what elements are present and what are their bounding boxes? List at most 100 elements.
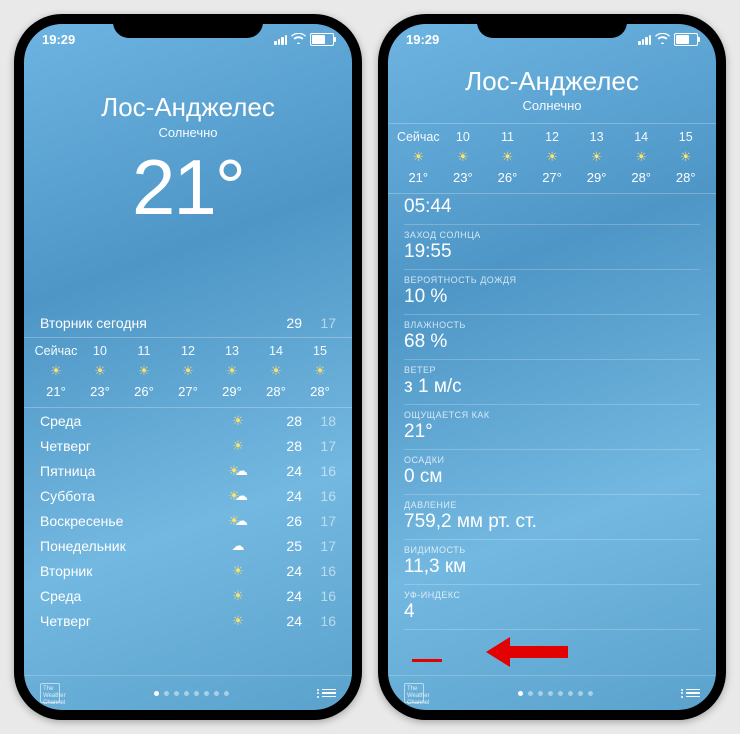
day-icon: ☀ xyxy=(208,563,268,579)
day-low: 16 xyxy=(302,613,336,629)
list-icon[interactable] xyxy=(322,689,336,698)
hour-temp: 29° xyxy=(210,384,254,399)
sun-icon: ☀ xyxy=(78,363,122,379)
hour-label: 11 xyxy=(122,344,166,358)
day-high: 28 xyxy=(268,413,302,429)
hour-label: 12 xyxy=(530,130,575,144)
today-label: Вторник сегодня xyxy=(40,315,268,331)
hour-label: 14 xyxy=(254,344,298,358)
daily-row: Пятница☀☁2416 xyxy=(40,458,336,483)
detail-row: ВИДИМОСТЬ11,3 км xyxy=(404,540,700,585)
city-name: Лос-Анджелес xyxy=(24,92,352,123)
page-dots[interactable] xyxy=(154,691,229,696)
day-high: 28 xyxy=(268,438,302,454)
hour-label: 13 xyxy=(574,130,619,144)
sun-icon: ☀ xyxy=(663,149,708,165)
detail-label: ДАВЛЕНИЕ xyxy=(404,500,700,510)
hour-cell: 15☀28° xyxy=(663,130,708,185)
day-name: Среда xyxy=(40,588,208,604)
weather-screen-detail[interactable]: 19:29 Лос-Анджелес Солнечно Сейчас☀21°10… xyxy=(388,24,716,710)
day-icon: ☀☁ xyxy=(208,513,268,529)
hour-cell: 11☀26° xyxy=(122,344,166,399)
weather-channel-icon[interactable]: The Weather Channel xyxy=(40,683,60,703)
daily-row: Среда☀2416 xyxy=(40,583,336,608)
day-high: 24 xyxy=(268,588,302,604)
sun-icon: ☀ xyxy=(210,363,254,379)
hour-temp: 26° xyxy=(485,170,530,185)
detail-value: 10 % xyxy=(404,286,700,308)
city-name: Лос-Анджелес xyxy=(388,66,716,97)
detail-label: ВЕТЕР xyxy=(404,365,700,375)
hour-temp: 28° xyxy=(619,170,664,185)
hour-cell: 14☀28° xyxy=(254,344,298,399)
detail-row: ВЕТЕРз 1 м/с xyxy=(404,360,700,405)
annotation-arrow xyxy=(510,646,568,658)
condition: Солнечно xyxy=(388,98,716,113)
day-high: 24 xyxy=(268,563,302,579)
day-low: 16 xyxy=(302,563,336,579)
hour-cell: 10☀23° xyxy=(441,130,486,185)
weather-screen-main[interactable]: 19:29 Лос-Анджелес Солнечно 21° Вторник … xyxy=(24,24,352,710)
detail-label: ВЛАЖНОСТЬ xyxy=(404,320,700,330)
day-name: Понедельник xyxy=(40,538,208,554)
hour-label: Сейчас xyxy=(34,344,78,358)
hour-label: Сейчас xyxy=(396,130,441,144)
weather-channel-icon[interactable]: The Weather Channel xyxy=(404,683,424,703)
hour-cell: 14☀28° xyxy=(619,130,664,185)
detail-row: УФ-ИНДЕКС4 xyxy=(404,585,700,630)
day-low: 17 xyxy=(302,513,336,529)
hour-temp: 28° xyxy=(663,170,708,185)
hour-cell: 15☀28° xyxy=(298,344,342,399)
hour-temp: 21° xyxy=(34,384,78,399)
hour-cell: 12☀27° xyxy=(530,130,575,185)
day-name: Суббота xyxy=(40,488,208,504)
day-high: 24 xyxy=(268,488,302,504)
day-high: 24 xyxy=(268,463,302,479)
day-icon: ☀ xyxy=(208,438,268,454)
day-name: Воскресенье xyxy=(40,513,208,529)
hour-cell: 10☀23° xyxy=(78,344,122,399)
sun-icon: ☀ xyxy=(254,363,298,379)
notch xyxy=(113,14,263,38)
detail-row: ОЩУЩАЕТСЯ КАК21° xyxy=(404,405,700,450)
list-icon[interactable] xyxy=(686,689,700,698)
day-name: Четверг xyxy=(40,438,208,454)
hour-label: 15 xyxy=(298,344,342,358)
day-icon: ☀ xyxy=(208,588,268,604)
notch xyxy=(477,14,627,38)
hourly-forecast[interactable]: Сейчас☀21°10☀23°11☀26°12☀27°13☀29°14☀28°… xyxy=(388,123,716,194)
sun-icon: ☀ xyxy=(485,149,530,165)
footer-bar: The Weather Channel xyxy=(24,675,352,710)
today-summary: Вторник сегодня 29 17 xyxy=(24,315,352,331)
sun-icon: ☀ xyxy=(441,149,486,165)
daily-forecast[interactable]: Среда☀2818Четверг☀2817Пятница☀☁2416Суббо… xyxy=(24,408,352,633)
day-icon: ☀☁ xyxy=(208,488,268,504)
hour-label: 12 xyxy=(166,344,210,358)
detail-value: 19:55 xyxy=(404,241,700,263)
detail-label: ОСАДКИ xyxy=(404,455,700,465)
detail-value: 0 см xyxy=(404,466,700,488)
hour-label: 13 xyxy=(210,344,254,358)
day-low: 16 xyxy=(302,463,336,479)
sun-icon: ☀ xyxy=(574,149,619,165)
hour-label: 14 xyxy=(619,130,664,144)
detail-value: з 1 м/с xyxy=(404,376,700,398)
day-high: 25 xyxy=(268,538,302,554)
hour-temp: 21° xyxy=(396,170,441,185)
phone-right: 19:29 Лос-Анджелес Солнечно Сейчас☀21°10… xyxy=(378,14,726,720)
sun-icon: ☀ xyxy=(530,149,575,165)
daily-row: Вторник☀2416 xyxy=(40,558,336,583)
page-dots[interactable] xyxy=(518,691,593,696)
detail-label: ВЕРОЯТНОСТЬ ДОЖДЯ xyxy=(404,275,700,285)
hour-temp: 26° xyxy=(122,384,166,399)
day-icon: ☀ xyxy=(208,613,268,629)
hourly-forecast[interactable]: Сейчас☀21°10☀23°11☀26°12☀27°13☀29°14☀28°… xyxy=(24,337,352,408)
detail-list[interactable]: 05:44 ЗАХОД СОЛНЦА19:55ВЕРОЯТНОСТЬ ДОЖДЯ… xyxy=(388,194,716,630)
hour-cell: 11☀26° xyxy=(485,130,530,185)
detail-row: ДАВЛЕНИЕ759,2 мм рт. ст. xyxy=(404,495,700,540)
hour-temp: 28° xyxy=(298,384,342,399)
daily-row: Среда☀2818 xyxy=(40,408,336,433)
daily-row: Воскресенье☀☁2617 xyxy=(40,508,336,533)
day-icon: ☁ xyxy=(208,538,268,554)
day-low: 17 xyxy=(302,538,336,554)
